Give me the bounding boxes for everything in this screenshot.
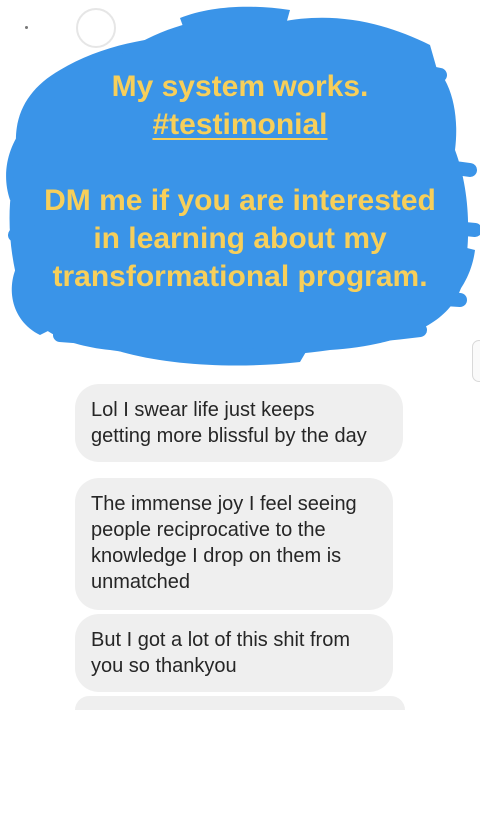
message-text-line: you so thankyou [91, 655, 237, 677]
overlay-headline: My system works. [111, 70, 369, 103]
message-text-line: people reciprocative to the [91, 519, 326, 541]
overlay-hashtag[interactable]: #testimonial [0, 106, 480, 144]
message-text-line: unmatched [91, 571, 190, 593]
message-bubble-partial[interactable] [75, 696, 405, 710]
message-text-line: knowledge I drop on them is [91, 545, 342, 567]
chat-screen: My system works. #testimonial DM me if y… [0, 0, 480, 831]
overlay-cta-line1: DM me if you are interested [44, 184, 436, 217]
message-bubble[interactable]: The immense joy I feel seeing people rec… [75, 478, 393, 610]
message-text-line: But I got a lot of this shit from [91, 629, 351, 651]
overlay-cta-line3: transformational program. [52, 260, 428, 293]
message-bubble[interactable]: Lol I swear life just keeps getting more… [75, 384, 403, 462]
message-bubble[interactable]: But I got a lot of this shit from you so… [75, 614, 393, 692]
blank-area [0, 710, 480, 831]
message-text-line: The immense joy I feel seeing [91, 493, 357, 515]
message-text-line: Lol I swear life just keeps [91, 399, 315, 421]
message-text-line: getting more blissful by the day [91, 425, 367, 447]
overlay-cta-line2: in learning about my [93, 222, 387, 255]
